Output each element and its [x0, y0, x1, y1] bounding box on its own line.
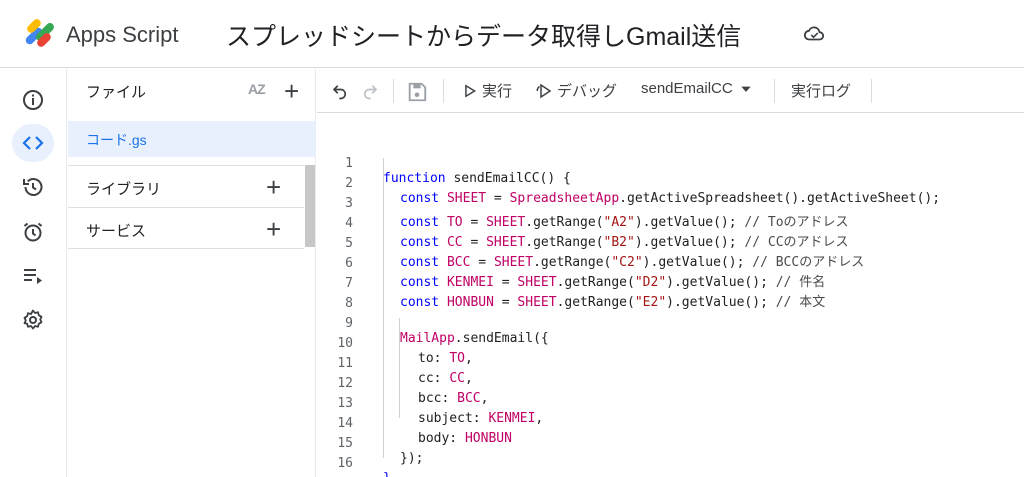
code-line: 17: [317, 461, 1024, 477]
play-icon: [465, 83, 477, 98]
code-line: 14 body: HONBUN: [317, 401, 1024, 446]
left-nav-rail: [0, 69, 67, 477]
debug-label: デバッグ: [557, 83, 618, 100]
save-icon: [408, 82, 427, 102]
scrollbar[interactable]: [305, 165, 315, 247]
project-title[interactable]: スプレッドシートからデータ取得しGmail送信: [226, 17, 741, 53]
function-select[interactable]: sendEmailCC: [641, 80, 753, 97]
sort-az-icon[interactable]: AZ: [248, 81, 266, 97]
code-line: 15 });: [317, 421, 1024, 466]
alarm-clock-icon: [23, 222, 43, 242]
code-line: 5 const BCC = SHEET.getRange("C2").getVa…: [317, 221, 1024, 270]
gear-icon: [23, 309, 43, 330]
toolbar-divider: [393, 79, 394, 103]
files-title: ファイル: [86, 84, 147, 101]
add-file-icon[interactable]: +: [284, 78, 299, 104]
code-line: 16 }: [317, 441, 1024, 477]
code-line: 3 const TO = SHEET.getRange("A2").getVal…: [317, 181, 1024, 230]
run-label: 実行: [482, 83, 513, 100]
code-line: 7 const HONBUN = SHEET.getRange("E2").ge…: [317, 261, 1024, 310]
run-button[interactable]: 実行: [463, 80, 512, 101]
toolbar-divider: [871, 79, 872, 103]
code-line: 11 cc: CC,: [317, 341, 1024, 386]
add-service-icon[interactable]: +: [266, 216, 281, 242]
redo-button[interactable]: [361, 82, 379, 100]
debug-button[interactable]: デバッグ: [535, 80, 617, 101]
code-line: 10 to: TO,: [317, 321, 1024, 366]
debug-icon: [536, 83, 552, 98]
libraries-label: ライブラリ: [86, 181, 162, 198]
file-item[interactable]: コード.gs: [68, 121, 316, 157]
code-line: 2 const SHEET = SpreadsheetApp.getActive…: [317, 161, 1024, 206]
services-section[interactable]: サービス +: [68, 207, 304, 249]
history-button[interactable]: [12, 168, 54, 206]
execution-log-label: 実行ログ: [791, 83, 852, 100]
overview-button[interactable]: [12, 81, 54, 119]
triggers-button[interactable]: [12, 213, 54, 251]
app-name[interactable]: Apps Script: [66, 22, 179, 48]
code-line: 9 MailApp.sendEmail({: [317, 301, 1024, 346]
add-library-icon[interactable]: +: [266, 174, 281, 200]
toolbar-divider: [774, 79, 775, 103]
files-header: ファイル AZ +: [68, 69, 316, 111]
code-line: 12 bcc: BCC,: [317, 361, 1024, 406]
undo-icon: [332, 85, 347, 100]
editor-button[interactable]: [12, 124, 54, 162]
undo-button[interactable]: [331, 82, 349, 100]
settings-button[interactable]: [12, 301, 54, 339]
files-panel: ファイル AZ + コード.gs ライブラリ + サービス +: [68, 69, 316, 477]
save-button[interactable]: [406, 81, 428, 103]
top-bar: Apps Script スプレッドシートからデータ取得しGmail送信: [0, 0, 1024, 68]
code-line: 6 const KENMEI = SHEET.getRange("D2").ge…: [317, 241, 1024, 290]
info-icon: [23, 90, 43, 110]
code-line: 8: [317, 281, 1024, 311]
file-name: コード.gs: [86, 132, 147, 148]
services-label: サービス: [86, 223, 147, 240]
code-icon: [22, 136, 44, 150]
code-line: 4 const CC = SHEET.getRange("B2").getVal…: [317, 201, 1024, 250]
libraries-section[interactable]: ライブラリ +: [68, 165, 304, 207]
execution-log-button[interactable]: 実行ログ: [791, 80, 851, 101]
redo-icon: [363, 85, 378, 100]
editor-toolbar: 実行 デバッグ sendEmailCC 実行ログ: [317, 69, 1024, 113]
code-editor[interactable]: 1 function sendEmailCC() { 2 const SHEET…: [317, 114, 1024, 477]
chevron-down-icon: [741, 86, 751, 92]
executions-button[interactable]: [12, 257, 54, 295]
code-line: 13 subject: KENMEI,: [317, 381, 1024, 426]
playlist-icon: [24, 269, 42, 284]
code-line: 1 function sendEmailCC() {: [317, 141, 1024, 186]
cloud-saved-icon: [803, 26, 825, 41]
apps-script-logo[interactable]: [22, 18, 60, 48]
history-icon: [23, 178, 43, 196]
toolbar-divider: [443, 79, 444, 103]
function-select-value: sendEmailCC: [641, 80, 733, 97]
